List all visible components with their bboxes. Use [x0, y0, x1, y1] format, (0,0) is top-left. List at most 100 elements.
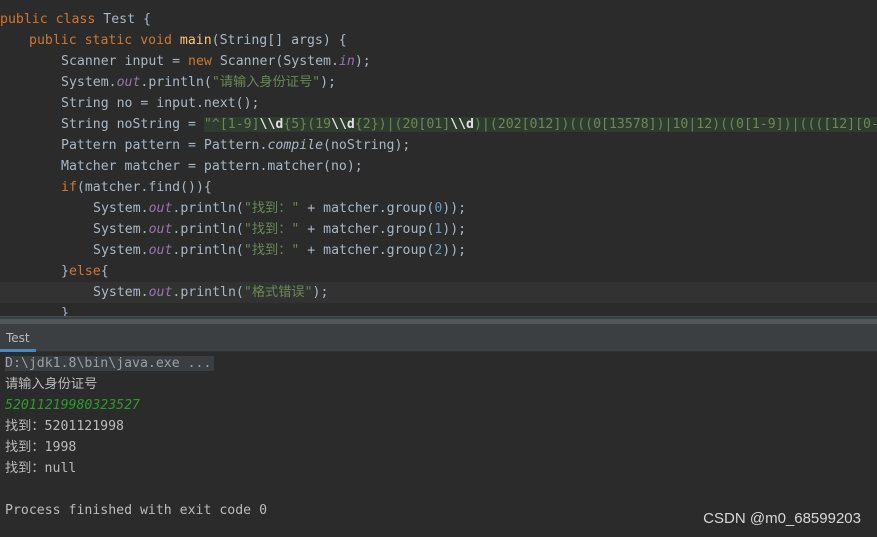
code-text: System.: [93, 201, 149, 216]
panel-splitter[interactable]: [0, 316, 877, 325]
code-line-6: String noString = "^[1-9]\\d{5}(19\\d{2}…: [61, 114, 877, 135]
console-user-input: 52011219980323527: [5, 398, 140, 413]
code-text: (matcher.find()){: [76, 180, 212, 195]
keyword: static: [84, 33, 133, 48]
class-name: Test: [103, 12, 136, 27]
run-tool-window-tabbar: Test: [0, 325, 877, 352]
keyword: new: [188, 54, 212, 69]
code-line-8: Matcher matcher = pattern.matcher(no);: [61, 156, 363, 177]
code-text: );: [312, 285, 329, 300]
code-text: );: [354, 54, 371, 69]
console-command-line: D:\jdk1.8\bin\java.exe ...: [5, 353, 215, 374]
code-line-7: Pattern pattern = Pattern.compile(noStri…: [61, 135, 410, 156]
regex-part: [1-9]: [743, 117, 784, 132]
code-text: Scanner(System.: [211, 54, 339, 69]
regex-part: ^: [211, 117, 220, 132]
string-literal: "找到：": [243, 222, 300, 237]
code-text: .println(: [172, 285, 244, 300]
code-text: + matcher.group(: [299, 222, 435, 237]
code-text: Scanner input =: [61, 54, 189, 69]
regex-part: )(((0: [561, 117, 602, 132]
static-field: in: [338, 54, 355, 69]
code-line-3: Scanner input = new Scanner(System.in);: [61, 51, 371, 72]
code-line-12: System.out.println("找到：" + matcher.group…: [93, 240, 466, 261]
code-text: .println(: [172, 222, 244, 237]
code-text: }: [61, 264, 69, 279]
code-text: .println(: [172, 243, 244, 258]
console-exit-message: Process finished with exit code 0: [5, 503, 268, 518]
code-line-2: public static void main(String[] args) {: [29, 30, 347, 51]
regex-literal: "^[1-9]\\d{5}(19\\d{2})|(20[01]\\d)|(202…: [203, 117, 877, 132]
regex-part: [012]: [521, 117, 562, 132]
code-editor[interactable]: public class Test { public static void m…: [0, 0, 877, 316]
code-text: ));: [442, 243, 467, 258]
java-command[interactable]: D:\jdk1.8\bin\java.exe ...: [5, 356, 215, 371]
static-field: out: [148, 243, 173, 258]
console-prompt: 请输入身份证号: [5, 377, 98, 392]
code-text: System.: [93, 222, 149, 237]
watermark: CSDN @m0_68599203: [703, 510, 861, 527]
code-text: System.: [93, 285, 149, 300]
regex-part: ": [203, 117, 212, 132]
code-text: Pattern pattern = Pattern.: [61, 138, 268, 153]
regex-part: [01]: [418, 117, 451, 132]
console-output-line-1: 找到：5201121998: [5, 419, 124, 434]
regex-part: [12]: [823, 117, 856, 132]
regex-part: [1-9]: [219, 117, 260, 132]
code-line-13: }else{: [61, 261, 109, 282]
code-text: System.: [93, 243, 149, 258]
code-text: .println(: [172, 201, 244, 216]
static-field: out: [148, 222, 173, 237]
regex-escape: \\d: [259, 117, 284, 132]
code-text: String no = input.next();: [61, 96, 260, 111]
string-literal: "找到：": [243, 201, 300, 216]
code-line-14-current: System.out.println("格式错误");: [0, 282, 877, 303]
code-text: );: [320, 75, 336, 90]
console-output-line-2: 找到：1998: [5, 440, 77, 455]
keyword: else: [68, 264, 101, 279]
code-text: System.: [61, 75, 117, 90]
regex-escape: \\d: [450, 117, 474, 132]
code-text: (noString);: [323, 138, 411, 153]
regex-part: (19: [307, 117, 332, 132]
regex-part: )|10|12)((0: [656, 117, 744, 132]
method-name: main: [179, 33, 212, 48]
string-literal: "请输入身份证号": [211, 75, 321, 90]
code-line-10: System.out.println("找到：" + matcher.group…: [93, 198, 466, 219]
code-line-5: String no = input.next();: [61, 93, 260, 114]
code-text: {: [100, 264, 109, 279]
tab-run-test[interactable]: Test: [0, 325, 36, 352]
code-text: ));: [442, 201, 467, 216]
code-line-1: public class Test {: [0, 9, 151, 30]
static-method: compile: [267, 138, 324, 153]
splitter-grip[interactable]: [0, 319, 877, 324]
regex-part: [0-: [855, 117, 877, 132]
code-text: {: [135, 12, 151, 27]
static-field: out: [116, 75, 141, 90]
regex-part: [13578]: [601, 117, 657, 132]
code-text: (String[] args) {: [211, 33, 347, 48]
regex-part: )|(((: [783, 117, 824, 132]
string-literal: "找到：": [243, 243, 300, 258]
code-text: }: [61, 306, 69, 316]
regex-part: {2})|(20: [354, 117, 419, 132]
code-text: .println(: [140, 75, 212, 90]
code-text: ));: [442, 222, 467, 237]
static-field: out: [148, 201, 173, 216]
keyword: void: [140, 33, 172, 48]
code-text: String noString =: [61, 117, 204, 132]
string-literal: "格式错误": [243, 285, 313, 300]
keyword: if: [61, 180, 77, 195]
code-text: Matcher matcher = pattern.matcher(no);: [61, 159, 363, 174]
code-line-9: if(matcher.find()){: [61, 177, 212, 198]
console-output-line-3: 找到：null: [5, 461, 77, 476]
static-field: out: [148, 285, 173, 300]
keyword: public: [0, 12, 48, 27]
regex-escape: \\d: [331, 117, 355, 132]
code-line-15: }: [61, 303, 69, 316]
code-line-4: System.out.println("请输入身份证号");: [61, 72, 336, 93]
code-text: + matcher.group(: [299, 201, 435, 216]
code-line-11: System.out.println("找到：" + matcher.group…: [93, 219, 466, 240]
regex-part: {5}: [283, 117, 308, 132]
keyword: class: [55, 12, 96, 27]
